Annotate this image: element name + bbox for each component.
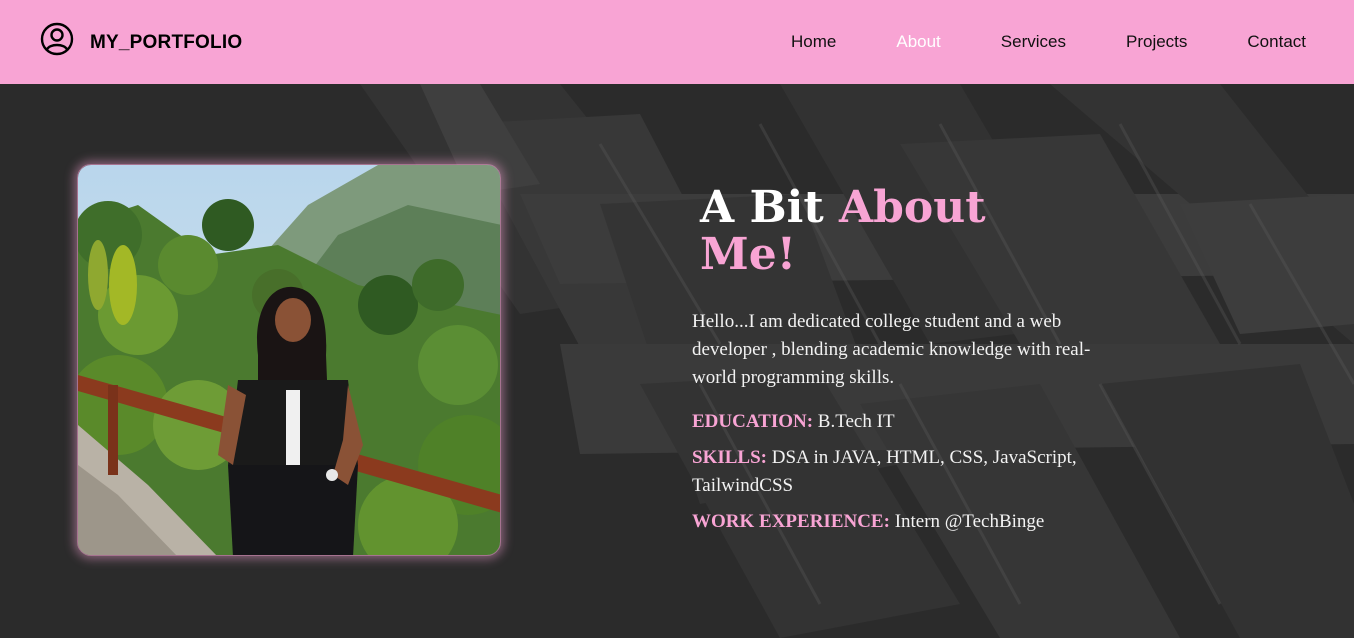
brand[interactable]: MY_PORTFOLIO (40, 22, 242, 56)
work-line: WORK EXPERIENCE: Intern @TechBinge (692, 508, 1132, 536)
nav-about[interactable]: About (896, 32, 940, 52)
about-content: A Bit About Me! Hello...I am dedicated c… (692, 184, 1152, 536)
brand-name: MY_PORTFOLIO (90, 32, 243, 53)
education-value: B.Tech IT (813, 411, 895, 432)
skills-label: SKILLS: (692, 447, 767, 468)
main-nav: Home About Services Projects Contact (731, 0, 1306, 84)
profile-photo (77, 164, 501, 556)
work-label: WORK EXPERIENCE: (692, 511, 890, 532)
skills-line: SKILLS: DSA in JAVA, HTML, CSS, JavaScri… (692, 444, 1132, 500)
about-section: A Bit About Me! Hello...I am dedicated c… (0, 84, 1354, 638)
nav-projects[interactable]: Projects (1126, 32, 1187, 52)
nav-contact[interactable]: Contact (1247, 32, 1306, 52)
nav-home[interactable]: Home (791, 32, 836, 52)
nav-services[interactable]: Services (1001, 32, 1066, 52)
user-circle-icon (40, 22, 74, 56)
education-line: EDUCATION: B.Tech IT (692, 408, 1132, 436)
education-label: EDUCATION: (692, 411, 814, 432)
intro-text: Hello...I am dedicated college student a… (692, 311, 1091, 388)
about-heading: A Bit About Me! (700, 184, 1010, 278)
profile-photo-illustration (78, 165, 500, 555)
heading-plain: A Bit (700, 182, 840, 233)
work-value: Intern @TechBinge (889, 511, 1045, 532)
navbar: MY_PORTFOLIO Home About Services Project… (0, 0, 1354, 84)
